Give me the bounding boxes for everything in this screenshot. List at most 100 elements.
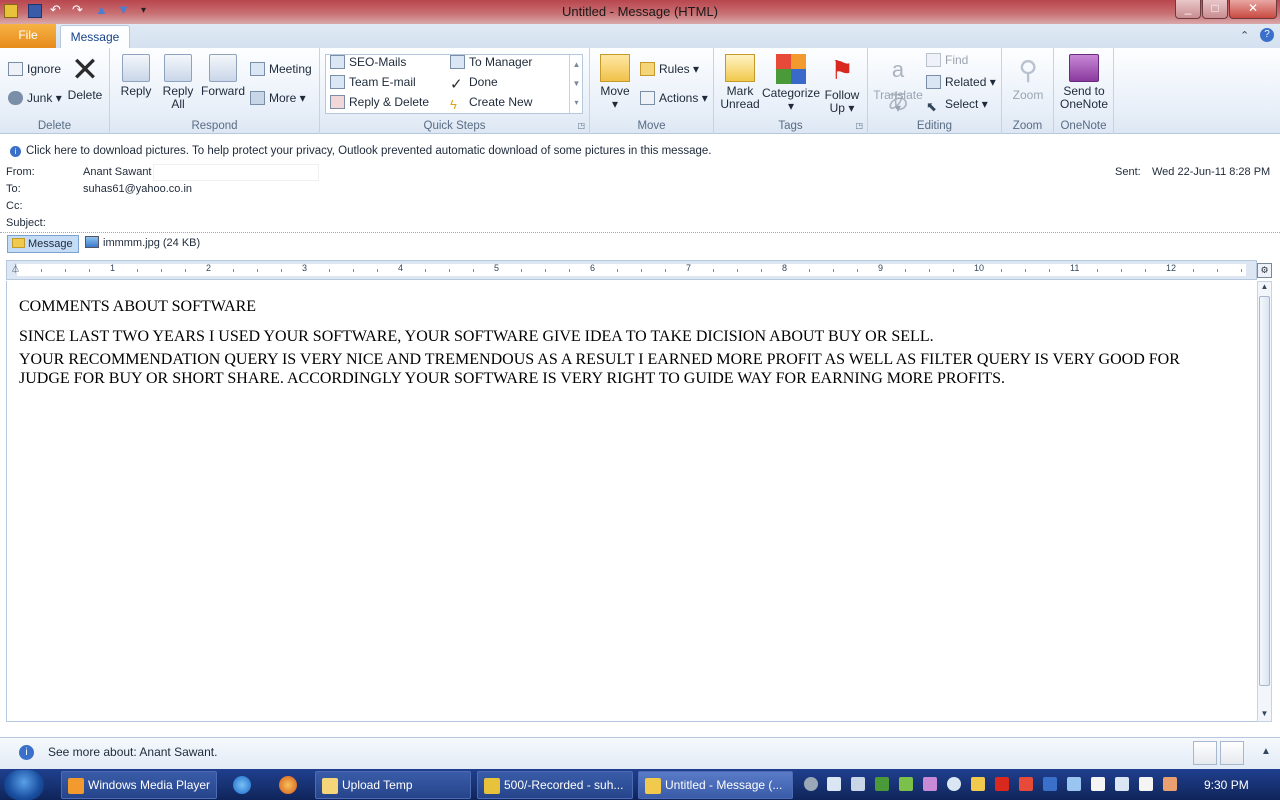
- ignore-button[interactable]: Ignore: [8, 60, 61, 78]
- tray-icon[interactable]: [899, 777, 913, 791]
- tray-icon[interactable]: [851, 777, 865, 791]
- meeting-label: Meeting: [269, 62, 312, 76]
- ruler-tick: [1001, 269, 1002, 272]
- taskbar-clock[interactable]: 9:30 PM: [1204, 778, 1249, 792]
- group-label-respond: Respond: [191, 120, 238, 132]
- forward-button[interactable]: Forward: [200, 54, 246, 98]
- ruler-toggle-icon[interactable]: ⚙: [1257, 263, 1272, 278]
- quick-step-team-email[interactable]: Team E-mail: [330, 73, 416, 91]
- tab-file[interactable]: File: [0, 24, 56, 48]
- taskbar-item-recorded[interactable]: 500/-Recorded - suh...: [477, 771, 633, 799]
- categorize-button[interactable]: Categorize ▾: [762, 54, 820, 113]
- ruler-tick: [761, 269, 762, 272]
- tray-icon[interactable]: [971, 777, 985, 791]
- more-respond-button[interactable]: More ▾: [250, 89, 306, 107]
- envelope-icon: [330, 55, 345, 69]
- internet-explorer-icon[interactable]: [233, 776, 251, 794]
- tray-icon[interactable]: [1139, 777, 1153, 791]
- start-button[interactable]: [4, 770, 44, 800]
- follow-up-button[interactable]: ⚑ Follow Up ▾: [820, 54, 864, 115]
- tray-icon[interactable]: [995, 777, 1009, 791]
- translate-button[interactable]: aあ Translate ▾: [872, 54, 924, 115]
- quick-step-create-new[interactable]: ϟ Create New: [450, 93, 532, 112]
- reply-button[interactable]: Reply: [116, 54, 156, 98]
- zoom-button[interactable]: ⚲ Zoom: [1006, 54, 1050, 102]
- from-value[interactable]: Anant Sawant: [83, 166, 152, 178]
- expand-people-pane-icon[interactable]: ▲: [1261, 746, 1271, 757]
- person-avatar[interactable]: [1193, 741, 1217, 765]
- find-button[interactable]: Find: [926, 51, 968, 69]
- tab-message[interactable]: Message: [60, 25, 130, 49]
- person-avatar[interactable]: [1220, 741, 1244, 765]
- binoculars-icon: [926, 53, 941, 67]
- select-button[interactable]: ⬉ Select ▾: [926, 95, 988, 114]
- tray-icon[interactable]: [804, 777, 818, 791]
- quick-steps-scroll[interactable]: ▲ ▼ ▾: [569, 55, 583, 113]
- move-label: Move: [600, 84, 630, 98]
- forward-label: Forward: [200, 84, 245, 98]
- ruler-tick: [161, 269, 162, 272]
- taskbar-item-media-player[interactable]: Windows Media Player: [61, 771, 217, 799]
- image-file-icon: [85, 236, 99, 248]
- meeting-button[interactable]: Meeting: [250, 60, 312, 78]
- group-respond: Reply Reply All Forward Meeting More ▾ Re…: [110, 48, 320, 134]
- help-icon[interactable]: ?: [1260, 28, 1274, 42]
- taskbar-item-upload-temp[interactable]: Upload Temp: [315, 771, 471, 799]
- volume-icon[interactable]: [827, 777, 841, 791]
- collapse-ribbon-icon[interactable]: ⌃: [1240, 29, 1249, 42]
- tray-icon[interactable]: [947, 777, 961, 791]
- folder-icon: [322, 778, 338, 794]
- message-body[interactable]: COMMENTS ABOUT SOFTWARE SINCE LAST TWO Y…: [6, 281, 1257, 722]
- tray-icon[interactable]: [1043, 777, 1057, 791]
- send-to-onenote-button[interactable]: Send to OneNote: [1056, 54, 1112, 111]
- quick-step-to-manager[interactable]: To Manager: [450, 53, 532, 71]
- indent-marker-icon[interactable]: ⏃: [11, 262, 20, 275]
- reply-all-icon: [164, 54, 192, 82]
- quick-step-done[interactable]: ✓ Done: [450, 73, 498, 92]
- minimize-button[interactable]: _: [1175, 0, 1201, 19]
- network-icon[interactable]: [1163, 777, 1177, 791]
- firefox-icon[interactable]: [279, 776, 297, 794]
- ignore-label: Ignore: [27, 62, 62, 76]
- ruler-tick: [809, 269, 810, 272]
- tray-icon[interactable]: [1067, 777, 1081, 791]
- window-title: Untitled - Message (HTML): [561, 4, 719, 19]
- actions-button[interactable]: Actions ▾: [640, 89, 708, 107]
- tray-icon[interactable]: [1091, 777, 1105, 791]
- subject-label: Subject:: [6, 217, 46, 229]
- to-value[interactable]: suhas61@yahoo.co.in: [83, 183, 192, 195]
- tray-icon[interactable]: [923, 777, 937, 791]
- related-button[interactable]: Related ▾: [926, 73, 996, 91]
- taskbar-item-untitled-message[interactable]: Untitled - Message (...: [638, 771, 793, 799]
- body-paragraph-2: YOUR RECOMMENDATION QUERY IS VERY NICE A…: [19, 351, 1180, 368]
- tray-icon[interactable]: [1115, 777, 1129, 791]
- related-label: Related: [945, 75, 987, 89]
- junk-icon: [8, 91, 23, 105]
- from-address-field: [153, 164, 319, 181]
- quick-step-reply-delete[interactable]: Reply & Delete: [330, 93, 429, 111]
- reply-all-button[interactable]: Reply All: [158, 54, 198, 111]
- tray-icon[interactable]: [875, 777, 889, 791]
- scroll-thumb[interactable]: [1259, 296, 1270, 686]
- vertical-scrollbar[interactable]: ▲ ▼: [1257, 281, 1272, 722]
- dialog-launcher-icon[interactable]: ◳: [577, 121, 585, 130]
- attachment-message-tab[interactable]: Message: [7, 235, 79, 253]
- scroll-up-arrow-icon[interactable]: ▲: [1259, 282, 1270, 294]
- maximize-button[interactable]: □: [1202, 0, 1228, 19]
- quick-steps-gallery: SEO-Mails To Manager Team E-mail ✓ Done R…: [325, 54, 583, 114]
- mark-unread-button[interactable]: Mark Unread: [718, 54, 762, 111]
- scroll-down-arrow-icon[interactable]: ▼: [1259, 709, 1270, 721]
- attachment-file[interactable]: immmm.jpg (24 KB): [85, 236, 200, 252]
- people-pane-text[interactable]: See more about: Anant Sawant.: [48, 745, 217, 759]
- delete-button[interactable]: ✕ Delete: [64, 53, 106, 102]
- tray-icon[interactable]: [1019, 777, 1033, 791]
- sent-value: Wed 22-Jun-11 8:28 PM: [1152, 166, 1271, 178]
- rules-button[interactable]: Rules ▾: [640, 60, 699, 78]
- junk-button[interactable]: Junk ▾: [8, 89, 62, 107]
- ruler[interactable]: 1 2 3 4 5 6 7 8 9 10 11 12 ⏃: [6, 260, 1257, 280]
- quick-step-seo-mails[interactable]: SEO-Mails: [330, 53, 406, 71]
- close-button[interactable]: ✕: [1229, 0, 1277, 19]
- ruler-tick: [41, 269, 42, 272]
- move-button[interactable]: Move ▾: [596, 54, 634, 111]
- privacy-infobar[interactable]: i Click here to download pictures. To he…: [0, 143, 1280, 161]
